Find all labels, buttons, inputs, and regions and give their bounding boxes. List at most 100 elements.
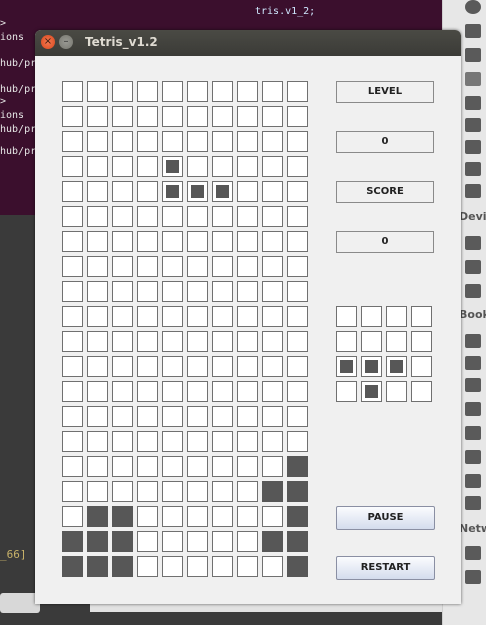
folder-icon[interactable] [465,426,481,440]
board-cell [62,81,83,102]
board-cell-filled [262,481,283,502]
window-titlebar[interactable]: × – Tetris_v1.2 [35,30,461,56]
board-cell [137,106,158,127]
board-cell-filled [287,456,308,477]
music-icon[interactable] [465,118,481,132]
trash-icon[interactable] [465,184,481,198]
drive-icon[interactable] [465,236,481,250]
background-panel [0,593,40,613]
board-cell [262,406,283,427]
board-cell [162,256,183,277]
board-cell [237,356,258,377]
board-cell [262,231,283,252]
board-cell [237,131,258,152]
board-cell [87,131,108,152]
board-cell [137,281,158,302]
board-cell [112,281,133,302]
close-icon[interactable]: × [41,35,55,49]
preview-cell-filled [361,356,382,377]
terminal-title-text: tris.v1_2; [255,6,316,17]
network-heading: Netw [459,522,486,535]
restart-button[interactable]: RESTART [336,556,435,580]
board-cell [162,381,183,402]
preview-cell-filled [361,381,382,402]
preview-cell [361,331,382,352]
board-cell [187,81,208,102]
folder-icon[interactable] [465,496,481,510]
board-cell [112,356,133,377]
board-cell [237,256,258,277]
camera-icon[interactable] [465,140,481,154]
board-cell [212,106,233,127]
folder-icon[interactable] [465,474,481,488]
phone-icon[interactable] [465,570,481,584]
board-cell [62,456,83,477]
board-cell [212,206,233,227]
board-cell [212,281,233,302]
board-cell [187,131,208,152]
board-cell [237,306,258,327]
board-cell [112,231,133,252]
folder-icon[interactable] [465,48,481,62]
pause-button[interactable]: PAUSE [336,506,435,530]
score-label: SCORE [336,181,434,203]
board-cell [137,531,158,552]
video-icon[interactable] [465,162,481,176]
board-cell [62,481,83,502]
preview-cell [386,381,407,402]
board-cell [262,381,283,402]
board-cell [187,256,208,277]
board-cell [187,406,208,427]
board-cell [287,231,308,252]
folder-icon[interactable] [465,450,481,464]
terminal-line: hub/pr [0,124,37,135]
board-cell-filled [262,531,283,552]
board-cell [187,206,208,227]
board-cell [62,181,83,202]
board-cell [212,406,233,427]
board-cell [212,506,233,527]
board-cell [212,131,233,152]
board-cell [212,306,233,327]
board-cell [112,256,133,277]
board-cell [87,331,108,352]
board-cell [62,356,83,377]
board-cell [237,281,258,302]
folder-icon[interactable] [465,334,481,348]
folder-icon[interactable] [465,402,481,416]
level-label: LEVEL [336,81,434,103]
drive-icon[interactable] [465,284,481,298]
board-cell [162,331,183,352]
minimize-icon[interactable]: – [59,35,73,49]
board-cell [187,356,208,377]
window-title: Tetris_v1.2 [85,35,158,49]
network-icon[interactable] [465,546,481,560]
board-cell [262,356,283,377]
board-cell [212,481,233,502]
document-icon[interactable] [465,72,481,86]
board-cell [287,381,308,402]
board-cell [137,181,158,202]
board-cell [187,331,208,352]
terminal-line: hub/pr [0,58,37,69]
board-cell [237,156,258,177]
board-cell-active [187,181,208,202]
board-cell [287,256,308,277]
board-cell [162,81,183,102]
board-cell [212,356,233,377]
board-cell [87,306,108,327]
board-cell [237,331,258,352]
board-cell [262,106,283,127]
board-cell [162,231,183,252]
clock-icon[interactable] [465,0,481,14]
download-icon[interactable] [465,96,481,110]
board-cell [162,281,183,302]
home-icon[interactable] [465,24,481,38]
folder-icon[interactable] [465,378,481,392]
drive-icon[interactable] [465,260,481,274]
board-cell [62,106,83,127]
folder-icon[interactable] [465,356,481,370]
board-cell [287,356,308,377]
board-cell [87,356,108,377]
board-cell [137,506,158,527]
